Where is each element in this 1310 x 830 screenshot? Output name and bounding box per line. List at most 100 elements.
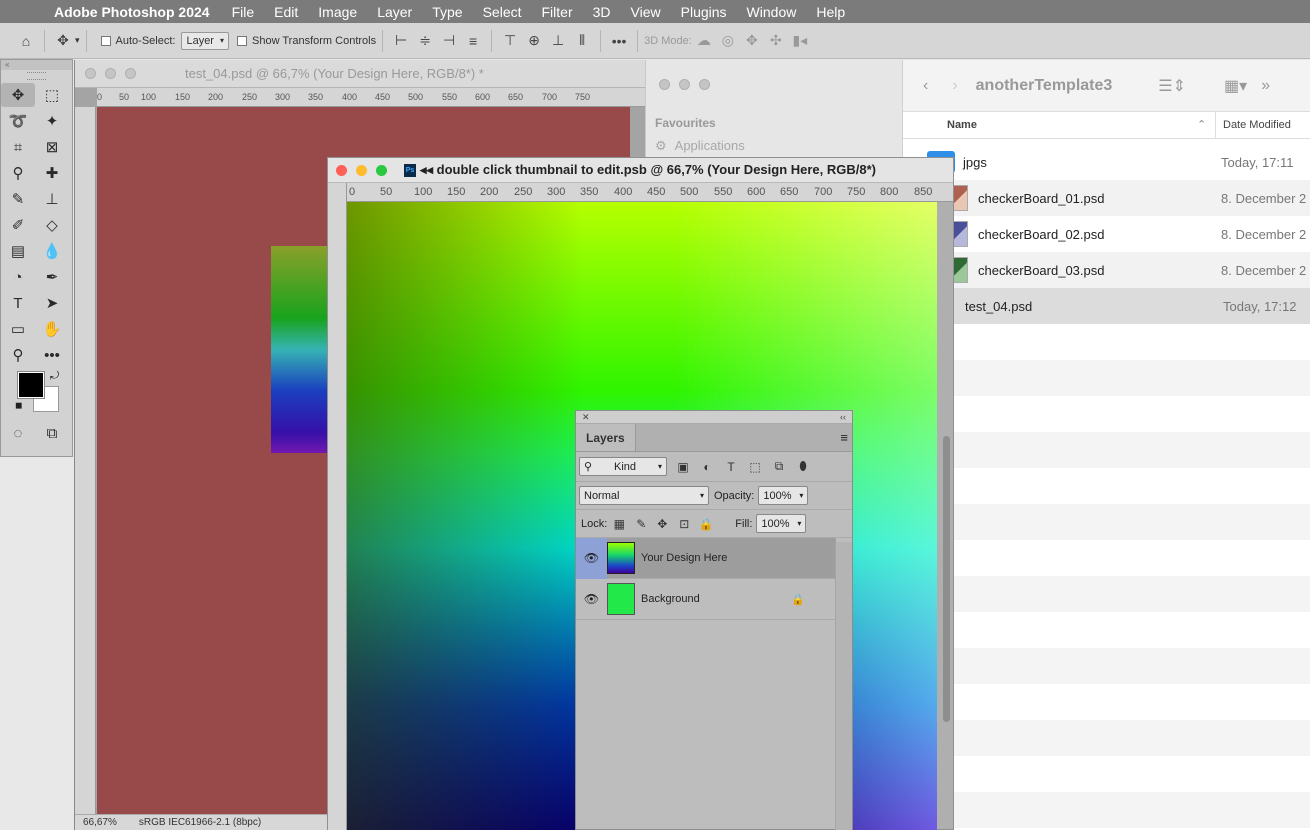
collapse-icon[interactable]: ‹‹ [840, 411, 846, 423]
move-tool-icon[interactable]: ✥ [53, 31, 73, 51]
pan-3d-icon[interactable]: ✥ [742, 31, 762, 51]
stamp-tool-icon[interactable]: ⊥ [35, 187, 69, 211]
zoom-level[interactable]: 66,67% [83, 817, 117, 828]
file-row[interactable]: checkerBoard_03.psd 8. December 2 [903, 252, 1310, 288]
magic-wand-icon[interactable]: ✦ [35, 109, 69, 133]
default-colors-icon[interactable]: ◼ [15, 400, 22, 411]
align-center-icon[interactable]: ≑ [415, 31, 435, 51]
lock-position-icon[interactable]: ✥ [651, 517, 673, 531]
group-icon[interactable]: ▦▾ [1224, 76, 1247, 96]
foreground-color-swatch[interactable] [17, 371, 45, 399]
column-date[interactable]: Date Modified [1223, 119, 1291, 131]
back-icon[interactable]: ‹ [923, 77, 928, 95]
menu-edit[interactable]: Edit [274, 4, 298, 20]
align-right-icon[interactable]: ⊣ [439, 31, 459, 51]
zoom-button[interactable] [699, 79, 710, 90]
close-button[interactable] [85, 68, 96, 79]
minimize-button[interactable] [679, 79, 690, 90]
drag-handle[interactable] [27, 72, 46, 80]
filter-toggle-icon[interactable]: ⬮ [791, 459, 815, 474]
menu-plugins[interactable]: Plugins [681, 4, 727, 20]
menu-file[interactable]: File [232, 4, 255, 20]
menu-help[interactable]: Help [816, 4, 845, 20]
close-button[interactable] [336, 164, 347, 176]
layer-row[interactable]: 👁 Background 🔒 [576, 579, 836, 620]
adjustment-filter-icon[interactable]: ◐ [695, 460, 719, 474]
zoom-tool-icon[interactable]: ⚲ [1, 343, 35, 367]
menu-layer[interactable]: Layer [377, 4, 412, 20]
layer-name[interactable]: Background [641, 593, 791, 605]
column-name[interactable]: Name [947, 119, 977, 131]
visibility-eye-icon[interactable]: 👁 [576, 592, 607, 606]
filter-kind-dropdown[interactable]: ⚲ Kind ▾ [579, 457, 667, 476]
align-top-icon[interactable]: ⊤ [500, 31, 520, 51]
healing-brush-icon[interactable]: ✚ [35, 161, 69, 185]
layer-row[interactable]: 👁 Your Design Here [576, 537, 836, 579]
marquee-tool-icon[interactable]: ⬚ [35, 83, 69, 107]
menu-image[interactable]: Image [318, 4, 357, 20]
slide-3d-icon[interactable]: ✣ [766, 31, 786, 51]
lock-pixels-icon[interactable]: ✎ [631, 517, 651, 531]
vertical-scrollbar[interactable] [943, 436, 950, 722]
shape-filter-icon[interactable]: ⬚ [743, 460, 767, 474]
distribute-icon[interactable]: ≡ [463, 31, 483, 51]
eraser-icon[interactable]: ◇ [35, 213, 69, 237]
app-name[interactable]: Adobe Photoshop 2024 [54, 4, 210, 20]
layer-thumbnail[interactable] [607, 542, 635, 574]
forward-icon[interactable]: › [952, 77, 957, 95]
zoom-button[interactable] [125, 68, 136, 79]
swap-colors-icon[interactable]: ⤾ [50, 370, 59, 383]
menu-select[interactable]: Select [483, 4, 522, 20]
quick-mask-icon[interactable]: ◌ [1, 421, 35, 445]
panel-collapse-icon[interactable]: « [1, 60, 72, 70]
align-left-icon[interactable]: ⊢ [391, 31, 411, 51]
close-button[interactable] [659, 79, 670, 90]
lock-all-icon[interactable]: 🔒 [695, 517, 717, 531]
pixel-filter-icon[interactable]: ▣ [671, 460, 695, 474]
sort-chevron-icon[interactable]: ⌃ [1197, 118, 1206, 131]
align-bottom-icon[interactable]: ⊥ [548, 31, 568, 51]
gradient-tool-icon[interactable]: ▤ [1, 239, 35, 263]
tab-layers[interactable]: Layers [576, 424, 636, 451]
zoom-button[interactable] [376, 164, 387, 176]
more-icon[interactable]: ••• [609, 31, 629, 51]
screen-mode-icon[interactable]: ⧉ [35, 421, 69, 445]
more-tools-icon[interactable]: ••• [35, 343, 69, 367]
chevron-down-icon[interactable]: ▾ [75, 35, 80, 46]
orbit-3d-icon[interactable]: ☁ [694, 31, 714, 51]
dodge-tool-icon[interactable]: ◔ [1, 265, 35, 289]
menu-view[interactable]: View [631, 4, 661, 20]
rectangle-tool-icon[interactable]: ▭ [1, 317, 35, 341]
frame-tool-icon[interactable]: ⊠ [35, 135, 69, 159]
minimize-button[interactable] [356, 164, 367, 176]
type-tool-icon[interactable]: T [1, 291, 35, 315]
distribute-vertical-icon[interactable]: ⫴ [572, 31, 592, 51]
file-row[interactable]: checkerBoard_01.psd 8. December 2 [903, 180, 1310, 216]
file-row[interactable]: jpgs Today, 17:11 [903, 144, 1310, 180]
layer-thumbnail[interactable] [607, 583, 635, 615]
align-middle-icon[interactable]: ⊕ [524, 31, 544, 51]
auto-select-dropdown[interactable]: Layer ▾ [181, 31, 229, 50]
opacity-field[interactable]: 100% ▾ [758, 486, 809, 505]
move-tool-icon[interactable]: ✥ [1, 83, 35, 107]
minimize-button[interactable] [105, 68, 116, 79]
blur-tool-icon[interactable]: 💧 [35, 239, 69, 263]
roll-3d-icon[interactable]: ◎ [718, 31, 738, 51]
eyedropper-icon[interactable]: ⚲ [1, 161, 35, 185]
layers-scrollbar[interactable] [835, 542, 852, 830]
transform-controls-checkbox[interactable] [237, 35, 247, 46]
menu-window[interactable]: Window [747, 4, 797, 20]
home-icon[interactable]: ⌂ [16, 31, 36, 51]
camera-3d-icon[interactable]: ▮◂ [790, 31, 810, 51]
hand-tool-icon[interactable]: ✋ [35, 317, 69, 341]
menu-filter[interactable]: Filter [542, 4, 573, 20]
lasso-tool-icon[interactable]: ➰ [1, 109, 35, 133]
pen-tool-icon[interactable]: ✒ [35, 265, 69, 289]
type-filter-icon[interactable]: T [719, 460, 743, 474]
brush-tool-icon[interactable]: ✎ [1, 187, 35, 211]
visibility-eye-icon[interactable]: 👁 [576, 537, 607, 579]
file-row[interactable]: checkerBoard_02.psd 8. December 2 [903, 216, 1310, 252]
blend-mode-dropdown[interactable]: Normal ▾ [579, 486, 709, 505]
list-view-icon[interactable]: ☰⇕ [1158, 76, 1186, 96]
file-row-selected[interactable]: test_04.psd Today, 17:12 [903, 288, 1310, 324]
